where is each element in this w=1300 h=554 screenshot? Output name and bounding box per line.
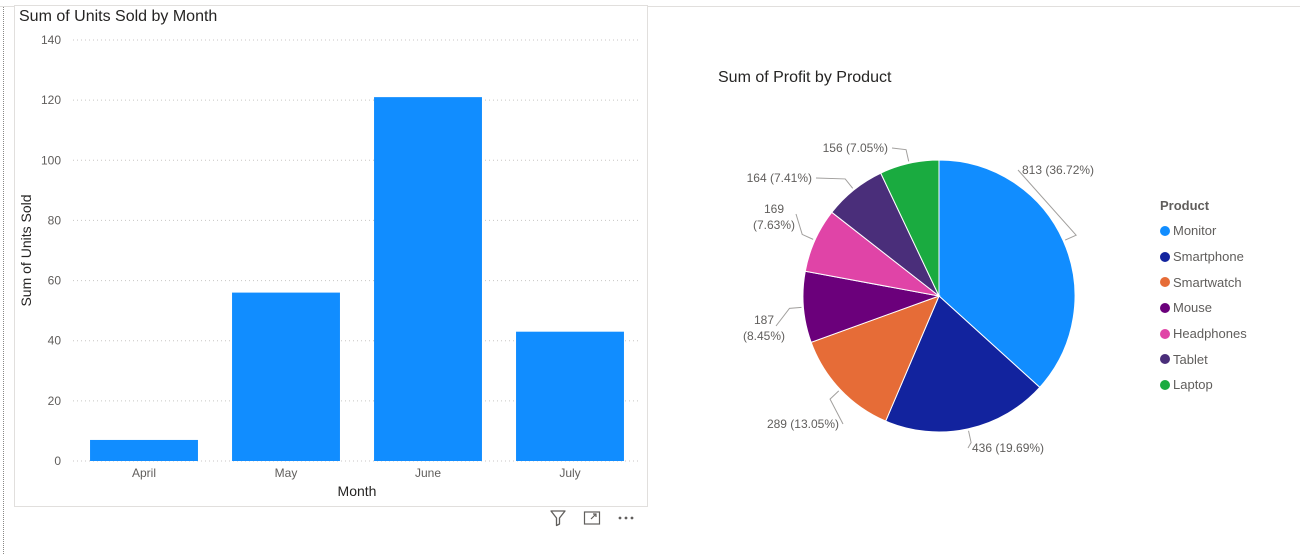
y-tick-label: 20 xyxy=(48,394,62,408)
legend-marker xyxy=(1160,251,1170,262)
legend-label: Tablet xyxy=(1173,351,1208,367)
pie-chart-svg[interactable]: 813 (36.72%) 436 (19.69%) 289 (13.05%) 187 (… xyxy=(680,110,1200,510)
y-tick-label: 100 xyxy=(41,153,61,167)
legend-item-smartwatch[interactable]: Smartwatch xyxy=(1160,269,1247,295)
x-tick-label: April xyxy=(132,466,156,480)
more-options-icon[interactable] xyxy=(616,508,636,528)
leader-line xyxy=(795,213,814,240)
pie-chart-title: Sum of Profit by Product xyxy=(718,69,892,86)
data-label: (8.45%) xyxy=(743,329,785,343)
legend-title: Product xyxy=(1160,198,1210,213)
y-tick-label: 0 xyxy=(54,454,61,468)
x-tick-label: June xyxy=(415,466,441,480)
legend-item-tablet[interactable]: Tablet xyxy=(1160,346,1247,372)
data-label: 156 (7.05%) xyxy=(823,141,888,155)
leader-line xyxy=(815,177,854,189)
legend-marker xyxy=(1160,277,1170,288)
data-label: 164 (7.41%) xyxy=(747,171,812,185)
data-label: (7.63%) xyxy=(753,218,795,232)
canvas-edge-dotted xyxy=(3,0,4,554)
leader-line xyxy=(775,306,802,327)
leader-line xyxy=(891,147,910,162)
pie-legend: Product Monitor Smartphone Smartwatch Mouse… xyxy=(1160,198,1247,398)
x-tick-label: May xyxy=(275,466,298,480)
y-tick-label: 40 xyxy=(48,334,62,348)
expand-focus-icon[interactable] xyxy=(582,508,602,528)
legend-label: Mouse xyxy=(1173,300,1213,316)
bar-april[interactable] xyxy=(90,439,198,461)
visual-header-toolbar xyxy=(548,508,636,528)
legend-item-mouse[interactable]: Mouse xyxy=(1160,295,1247,321)
data-label: 169 xyxy=(764,202,784,216)
bar-may[interactable] xyxy=(232,292,340,461)
x-tick-label: July xyxy=(559,466,580,480)
data-label: 187 xyxy=(754,313,774,327)
legend-marker xyxy=(1160,302,1170,313)
legend-label: Laptop xyxy=(1173,377,1213,393)
legend-marker xyxy=(1160,328,1170,339)
legend-items: Monitor Smartphone Smartwatch Mouse Headphon… xyxy=(1160,218,1247,398)
data-label: 813 (36.72%) xyxy=(1022,163,1094,177)
y-tick-label: 60 xyxy=(48,274,62,288)
legend-item-headphones[interactable]: Headphones xyxy=(1160,321,1247,347)
filter-icon[interactable] xyxy=(548,508,568,528)
legend-item-monitor[interactable]: Monitor xyxy=(1160,218,1247,244)
legend-marker xyxy=(1160,379,1170,390)
legend-label: Monitor xyxy=(1173,223,1217,239)
legend-label: Smartwatch xyxy=(1173,274,1242,290)
y-tick-label: 120 xyxy=(41,93,61,107)
y-axis-title: Sum of Units Sold xyxy=(18,194,34,306)
bar-july[interactable] xyxy=(516,331,624,461)
legend-item-laptop[interactable]: Laptop xyxy=(1160,372,1247,398)
bar-chart-visual[interactable]: Sum of Units Sold by Month 0 20 40 60 80 100 1… xyxy=(14,5,648,507)
bar-june[interactable] xyxy=(374,97,482,461)
legend-marker xyxy=(1160,225,1170,236)
legend-label: Headphones xyxy=(1173,326,1247,342)
data-label: 289 (13.05%) xyxy=(767,417,839,431)
y-tick-label: 140 xyxy=(41,33,61,47)
legend-marker xyxy=(1160,354,1170,365)
leader-line xyxy=(967,430,972,449)
bar-chart-svg: 0 20 40 60 80 100 120 140 April May June July Month S… xyxy=(18,33,641,499)
x-axis-title: Month xyxy=(338,483,377,499)
legend-label: Smartphone xyxy=(1173,249,1244,265)
y-tick-label: 80 xyxy=(48,213,62,227)
legend-item-smartphone[interactable]: Smartphone xyxy=(1160,244,1247,270)
data-label: 436 (19.69%) xyxy=(972,441,1044,455)
